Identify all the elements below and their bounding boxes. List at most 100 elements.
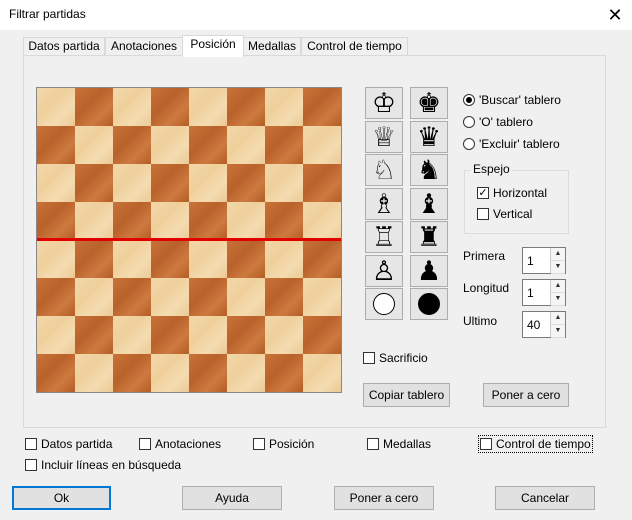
board-square[interactable] xyxy=(227,278,265,316)
board-square[interactable] xyxy=(37,88,75,126)
board-square[interactable] xyxy=(189,316,227,354)
board-square[interactable] xyxy=(303,202,341,240)
radio-buscar-tablero[interactable]: 'Buscar' tablero xyxy=(463,93,561,107)
tab-medallas[interactable]: Medallas xyxy=(243,37,301,56)
board-square[interactable] xyxy=(151,354,189,392)
white-knight-button[interactable]: ♘ xyxy=(365,154,403,186)
stepper-up-icon[interactable]: ▲ xyxy=(551,280,565,293)
board-square[interactable] xyxy=(227,354,265,392)
board-square[interactable] xyxy=(265,202,303,240)
board-square[interactable] xyxy=(265,316,303,354)
cancel-button[interactable]: Cancelar xyxy=(495,486,595,510)
board-square[interactable] xyxy=(113,316,151,354)
white-queen-button[interactable]: ♕ xyxy=(365,121,403,153)
board-square[interactable] xyxy=(37,126,75,164)
tab-control-de-tiempo[interactable]: Control de tiempo xyxy=(301,37,408,56)
reset-button[interactable]: Poner a cero xyxy=(334,486,434,510)
help-button[interactable]: Ayuda xyxy=(182,486,282,510)
board-square[interactable] xyxy=(265,88,303,126)
board-square[interactable] xyxy=(227,202,265,240)
filter-posicion-checkbox[interactable]: Posición xyxy=(253,437,314,451)
filter-anotaciones-checkbox[interactable]: Anotaciones xyxy=(139,437,221,451)
sacrificio-checkbox[interactable]: Sacrificio xyxy=(363,351,428,365)
board-square[interactable] xyxy=(75,316,113,354)
white-pawn-button[interactable]: ♙ xyxy=(365,255,403,287)
board-square[interactable] xyxy=(113,126,151,164)
black-rook-button[interactable]: ♜ xyxy=(410,221,448,253)
white-circle-button[interactable] xyxy=(365,288,403,320)
board-square[interactable] xyxy=(227,164,265,202)
board-square[interactable] xyxy=(75,354,113,392)
board-square[interactable] xyxy=(265,240,303,278)
white-king-button[interactable]: ♔ xyxy=(365,87,403,119)
stepper-down-icon[interactable]: ▼ xyxy=(551,261,565,274)
black-bishop-button[interactable]: ♝ xyxy=(410,188,448,220)
black-king-button[interactable]: ♚ xyxy=(410,87,448,119)
black-circle-button[interactable] xyxy=(410,288,448,320)
board-square[interactable] xyxy=(189,126,227,164)
vertical-checkbox[interactable]: Vertical xyxy=(477,207,532,221)
board-square[interactable] xyxy=(189,278,227,316)
board-square[interactable] xyxy=(303,164,341,202)
board-square[interactable] xyxy=(151,240,189,278)
black-knight-button[interactable]: ♞ xyxy=(410,154,448,186)
black-pawn-button[interactable]: ♟ xyxy=(410,255,448,287)
ok-button[interactable]: Ok xyxy=(12,486,111,510)
board-square[interactable] xyxy=(265,354,303,392)
board-square[interactable] xyxy=(189,202,227,240)
white-rook-button[interactable]: ♖ xyxy=(365,221,403,253)
board-square[interactable] xyxy=(113,164,151,202)
horizontal-checkbox[interactable]: ✓ Horizontal xyxy=(477,186,547,200)
board-square[interactable] xyxy=(37,278,75,316)
board-square[interactable] xyxy=(227,316,265,354)
board-square[interactable] xyxy=(113,202,151,240)
copy-board-button[interactable]: Copiar tablero xyxy=(363,383,450,407)
board-square[interactable] xyxy=(113,354,151,392)
board-square[interactable] xyxy=(113,278,151,316)
filter-control-de-tiempo-checkbox[interactable]: Control de tiempo xyxy=(478,435,593,453)
board-square[interactable] xyxy=(151,202,189,240)
include-lines-checkbox[interactable]: Incluir líneas en búsqueda xyxy=(25,458,181,472)
tab-posicion[interactable]: Posición xyxy=(182,35,244,57)
stepper-down-icon[interactable]: ▼ xyxy=(551,325,565,338)
board-square[interactable] xyxy=(75,240,113,278)
board-square[interactable] xyxy=(265,278,303,316)
white-bishop-button[interactable]: ♗ xyxy=(365,188,403,220)
board-square[interactable] xyxy=(37,202,75,240)
board-square[interactable] xyxy=(227,88,265,126)
board-square[interactable] xyxy=(151,164,189,202)
board-square[interactable] xyxy=(227,240,265,278)
board-square[interactable] xyxy=(265,126,303,164)
ultimo-stepper[interactable]: 40 ▲ ▼ xyxy=(522,311,566,338)
board-square[interactable] xyxy=(303,240,341,278)
stepper-up-icon[interactable]: ▲ xyxy=(551,248,565,261)
longitud-stepper[interactable]: 1 ▲ ▼ xyxy=(522,279,566,306)
board-square[interactable] xyxy=(303,126,341,164)
board-square[interactable] xyxy=(189,164,227,202)
radio-o-tablero[interactable]: 'O' tablero xyxy=(463,115,533,129)
tab-datos-partida[interactable]: Datos partida xyxy=(23,37,105,56)
primera-stepper[interactable]: 1 ▲ ▼ xyxy=(522,247,566,274)
filter-medallas-checkbox[interactable]: Medallas xyxy=(367,437,431,451)
board-square[interactable] xyxy=(227,126,265,164)
board-square[interactable] xyxy=(37,240,75,278)
board-square[interactable] xyxy=(75,126,113,164)
board-square[interactable] xyxy=(151,316,189,354)
board-square[interactable] xyxy=(113,240,151,278)
board-square[interactable] xyxy=(151,88,189,126)
board-square[interactable] xyxy=(37,316,75,354)
filter-datos-partida-checkbox[interactable]: Datos partida xyxy=(25,437,112,451)
radio-excluir-tablero[interactable]: 'Excluir' tablero xyxy=(463,137,560,151)
board-square[interactable] xyxy=(189,240,227,278)
board-square[interactable] xyxy=(151,126,189,164)
board-square[interactable] xyxy=(75,164,113,202)
board-square[interactable] xyxy=(265,164,303,202)
board-square[interactable] xyxy=(189,354,227,392)
board-square[interactable] xyxy=(189,88,227,126)
board-square[interactable] xyxy=(303,354,341,392)
board-square[interactable] xyxy=(303,316,341,354)
stepper-down-icon[interactable]: ▼ xyxy=(551,293,565,306)
board-square[interactable] xyxy=(113,88,151,126)
board-square[interactable] xyxy=(303,278,341,316)
board-square[interactable] xyxy=(75,202,113,240)
